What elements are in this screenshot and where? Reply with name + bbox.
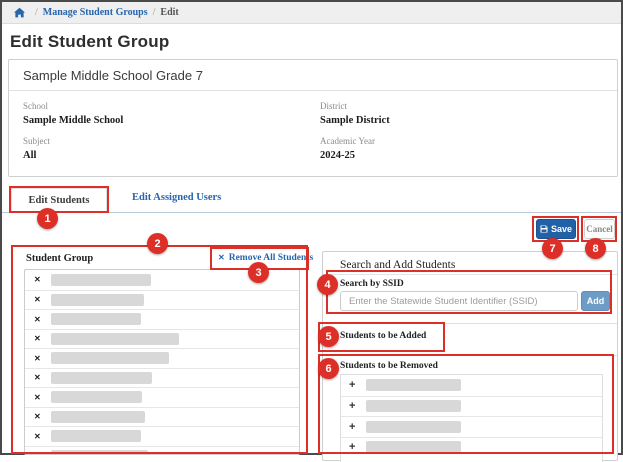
student-row: + [341, 437, 602, 458]
remove-all-icon: ✕ [218, 253, 225, 262]
field-academic-year: Academic Year 2024-25 [320, 136, 617, 161]
remove-student-icon[interactable]: ✕ [34, 354, 42, 363]
academic-year-value: 2024-25 [320, 150, 617, 161]
redacted-student-name [51, 391, 142, 403]
student-row: ✕ [25, 387, 299, 407]
save-button[interactable]: Save [536, 219, 576, 239]
remove-student-icon[interactable]: ✕ [34, 295, 42, 304]
breadcrumb-manage-student-groups[interactable]: Manage Student Groups [43, 7, 148, 18]
student-row: ✕ [25, 309, 299, 329]
add-back-student-icon[interactable]: + [349, 421, 357, 433]
tab-edit-assigned-users[interactable]: Edit Assigned Users [132, 192, 221, 203]
home-icon[interactable] [14, 7, 25, 18]
student-row: ✕ [25, 407, 299, 427]
student-row: ✕ [25, 329, 299, 349]
remove-student-icon[interactable]: ✕ [34, 432, 42, 441]
group-info-card: Sample Middle School Grade 7 School Samp… [8, 59, 618, 177]
student-group-list: ✕ ✕ ✕ ✕ ✕ ✕ ✕ ✕ ✕ ✕ [24, 269, 300, 455]
school-value: Sample Middle School [23, 115, 320, 126]
student-row: + [341, 375, 602, 396]
add-back-student-icon[interactable]: + [349, 441, 357, 453]
ssid-input[interactable] [340, 291, 578, 311]
academic-year-label: Academic Year [320, 136, 617, 146]
redacted-student-name [51, 333, 179, 345]
student-row: ✕ [25, 348, 299, 368]
annotation-badge-2: 2 [147, 233, 168, 254]
redacted-student-name [51, 372, 152, 384]
student-group-heading: Student Group [26, 253, 93, 264]
subject-label: Subject [23, 136, 320, 146]
divider [323, 274, 617, 275]
student-row: ✕ [25, 368, 299, 388]
search-and-add-panel: Search and Add Students Search by SSID A… [322, 251, 618, 461]
add-back-student-icon[interactable]: + [349, 400, 357, 412]
add-back-student-icon[interactable]: + [349, 379, 357, 391]
remove-student-icon[interactable]: ✕ [34, 451, 42, 455]
field-school: School Sample Middle School [23, 101, 320, 126]
breadcrumb-separator: / [153, 7, 156, 18]
remove-all-label: Remove All Students [229, 253, 313, 263]
remove-student-icon[interactable]: ✕ [34, 393, 42, 402]
redacted-student-name [366, 379, 461, 391]
search-by-ssid-label: Search by SSID [340, 279, 404, 289]
cancel-button[interactable]: Cancel [584, 219, 615, 239]
group-info-fields: School Sample Middle School District Sam… [9, 91, 617, 161]
student-row: ✕ [25, 290, 299, 310]
redacted-student-name [51, 450, 148, 455]
students-to-be-removed-list: + + + + [340, 374, 603, 462]
tab-edit-students[interactable]: Edit Students [11, 188, 107, 212]
school-label: School [23, 101, 320, 111]
breadcrumb: / Manage Student Groups / Edit [2, 2, 621, 24]
add-button[interactable]: Add [581, 291, 610, 311]
divider [323, 355, 617, 356]
remove-student-icon[interactable]: ✕ [34, 334, 42, 343]
redacted-student-name [51, 352, 169, 364]
page-title: Edit Student Group [10, 32, 169, 52]
subject-value: All [23, 150, 320, 161]
district-label: District [320, 101, 617, 111]
district-value: Sample District [320, 115, 617, 126]
redacted-student-name [366, 441, 461, 453]
field-subject: Subject All [23, 136, 320, 161]
students-to-be-removed-heading: Students to be Removed [340, 361, 438, 371]
redacted-student-name [366, 400, 461, 412]
remove-all-students-link[interactable]: ✕ Remove All Students [218, 253, 313, 263]
student-row: ✕ [25, 270, 299, 290]
field-district: District Sample District [320, 101, 617, 126]
save-icon [540, 225, 548, 233]
edit-student-group-page: { "breadcrumb": { "home_icon": "home-ico… [0, 0, 623, 455]
redacted-student-name [366, 421, 461, 433]
remove-student-icon[interactable]: ✕ [34, 412, 42, 421]
remove-student-icon[interactable]: ✕ [34, 315, 42, 324]
student-row: ✕ [25, 426, 299, 446]
tab-strip-divider [2, 212, 621, 213]
redacted-student-name [51, 294, 144, 306]
save-label: Save [551, 224, 572, 234]
group-name-heading: Sample Middle School Grade 7 [9, 60, 617, 91]
redacted-student-name [51, 411, 145, 423]
student-row: + [341, 416, 602, 437]
breadcrumb-separator: / [35, 7, 38, 18]
redacted-student-name [51, 313, 141, 325]
remove-student-icon[interactable]: ✕ [34, 275, 42, 284]
divider [323, 323, 617, 324]
student-row: ✕ [25, 446, 299, 456]
redacted-student-name [51, 430, 141, 442]
student-row: + [341, 396, 602, 417]
search-panel-title: Search and Add Students [340, 259, 455, 271]
breadcrumb-edit: Edit [160, 7, 178, 18]
redacted-student-name [51, 274, 151, 286]
remove-student-icon[interactable]: ✕ [34, 373, 42, 382]
students-to-be-added-heading: Students to be Added [340, 331, 426, 341]
